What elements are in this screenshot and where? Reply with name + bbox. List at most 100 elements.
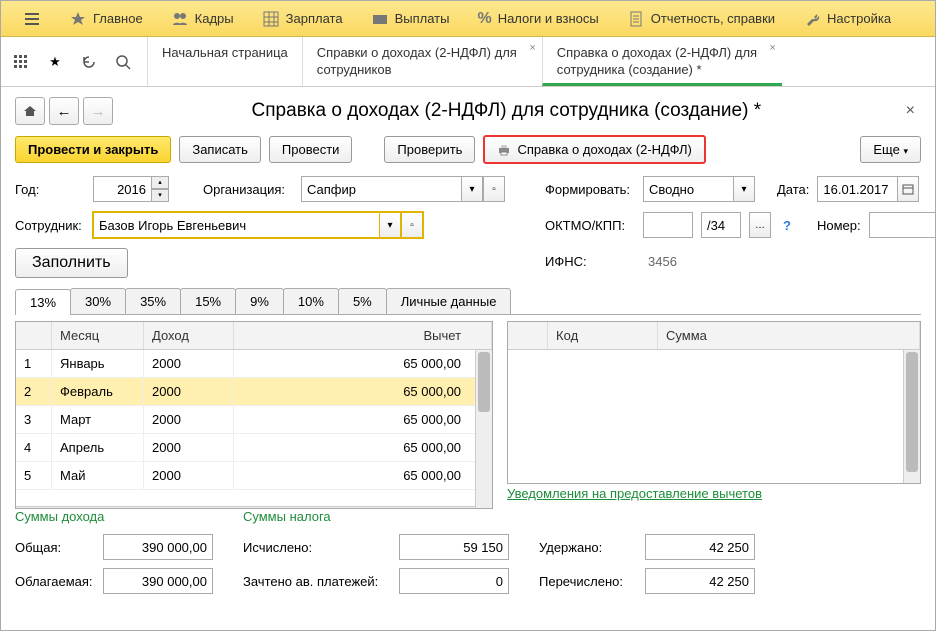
save-button[interactable]: Записать	[179, 136, 261, 163]
back-button[interactable]: ←	[49, 97, 79, 125]
table-row[interactable]: 4Апрель200065 000,00	[16, 434, 492, 462]
help-icon[interactable]: ?	[779, 218, 795, 233]
col-income[interactable]: Доход	[144, 322, 234, 349]
num-input[interactable]	[869, 212, 935, 238]
taxable-label: Облагаемая:	[15, 574, 97, 589]
forward-button[interactable]: →	[83, 97, 113, 125]
income-sums-head: Суммы дохода	[15, 509, 213, 524]
tab-home[interactable]: Начальная страница	[147, 37, 302, 86]
date-input[interactable]	[817, 176, 897, 202]
transferred-input[interactable]	[645, 568, 755, 594]
withheld-label: Удержано:	[539, 540, 639, 555]
adv-input[interactable]	[399, 568, 509, 594]
grid-icon	[262, 10, 280, 28]
page-content: ← → Справка о доходах (2-НДФЛ) для сотру…	[1, 87, 935, 630]
num-label: Номер:	[817, 218, 861, 233]
menu-salary[interactable]: Зарплата	[248, 10, 357, 28]
notifications-link[interactable]: Уведомления на предоставление вычетов	[507, 486, 762, 501]
home-icon	[23, 104, 37, 118]
fill-button[interactable]: Заполнить	[15, 248, 128, 278]
check-button[interactable]: Проверить	[384, 136, 475, 163]
col-sum[interactable]: Сумма	[658, 322, 920, 349]
org-input[interactable]	[301, 176, 461, 202]
close-icon[interactable]: ×	[529, 41, 535, 55]
oktmo-pick[interactable]: …	[749, 212, 771, 238]
cert-print-button[interactable]: Справка о доходах (2-НДФЛ)	[483, 135, 705, 164]
tab-15[interactable]: 15%	[180, 288, 236, 314]
tab-cert-create[interactable]: Справка о доходах (2-НДФЛ) для сотрудник…	[542, 37, 782, 86]
close-icon[interactable]: ×	[769, 41, 775, 55]
toolbar: ★ Начальная страница Справки о доходах (…	[1, 37, 935, 87]
post-button[interactable]: Провести	[269, 136, 353, 163]
taxable-input[interactable]	[103, 568, 213, 594]
org-open[interactable]: ▫	[483, 176, 505, 202]
scrollbar-v[interactable]	[903, 350, 920, 483]
rate-tabs: 13% 30% 35% 15% 9% 10% 5% Личные данные	[15, 288, 921, 315]
calendar-icon	[902, 183, 914, 195]
home-button[interactable]	[15, 97, 45, 125]
menu-hamburger[interactable]	[9, 10, 55, 28]
year-down[interactable]: ▾	[151, 189, 169, 202]
adv-label: Зачтено ав. платежей:	[243, 574, 393, 589]
tab-10[interactable]: 10%	[283, 288, 339, 314]
ifns-label: ИФНС:	[545, 254, 635, 269]
oktmo2-input[interactable]	[701, 212, 741, 238]
tab-13[interactable]: 13%	[15, 289, 71, 315]
emp-open[interactable]: ▫	[401, 212, 423, 238]
year-up[interactable]: ▴	[151, 176, 169, 189]
total-input[interactable]	[103, 534, 213, 560]
wallet-icon	[371, 10, 389, 28]
post-and-close-button[interactable]: Провести и закрыть	[15, 136, 171, 163]
printer-icon	[497, 143, 511, 157]
date-label: Дата:	[777, 182, 809, 197]
menu-hr[interactable]: Кадры	[157, 10, 248, 28]
doc-icon	[627, 10, 645, 28]
people-icon	[171, 10, 189, 28]
col-month[interactable]: Месяц	[52, 322, 144, 349]
wrench-icon	[803, 10, 821, 28]
page-close[interactable]: ×	[900, 100, 921, 122]
history-icon[interactable]	[75, 48, 103, 76]
date-picker[interactable]	[897, 176, 919, 202]
menu-settings[interactable]: Настройка	[789, 10, 905, 28]
table-row[interactable]: 5Май200065 000,00	[16, 462, 492, 490]
page-title: Справка о доходах (2-НДФЛ) для сотрудник…	[123, 100, 890, 122]
star-icon	[69, 10, 87, 28]
table-row[interactable]: 1Январь200065 000,00	[16, 350, 492, 378]
tab-cert-list[interactable]: Справки о доходах (2-НДФЛ) для сотрудник…	[302, 37, 542, 86]
scrollbar-v[interactable]	[475, 350, 492, 508]
oktmo-label: ОКТМО/КПП:	[545, 218, 635, 233]
oktmo1-input[interactable]	[643, 212, 693, 238]
apps-icon[interactable]	[7, 48, 35, 76]
col-code[interactable]: Код	[548, 322, 658, 349]
year-label: Год:	[15, 182, 85, 197]
tab-35[interactable]: 35%	[125, 288, 181, 314]
org-dropdown[interactable]: ▾	[461, 176, 483, 202]
menu-taxes[interactable]: %Налоги и взносы	[463, 10, 612, 28]
tab-9[interactable]: 9%	[235, 288, 284, 314]
table-row[interactable]: 3Март200065 000,00	[16, 406, 492, 434]
table-row[interactable]: 2Февраль200065 000,00	[16, 378, 492, 406]
menu-main[interactable]: Главное	[55, 10, 157, 28]
open-tabs: Начальная страница Справки о доходах (2-…	[147, 37, 782, 86]
transferred-label: Перечислено:	[539, 574, 639, 589]
fav-icon[interactable]: ★	[41, 48, 69, 76]
tab-30[interactable]: 30%	[70, 288, 126, 314]
tab-personal[interactable]: Личные данные	[386, 288, 512, 314]
deduction-table-panel: Код Сумма Уведомления на предоставление …	[507, 321, 921, 509]
calc-input[interactable]	[399, 534, 509, 560]
year-input[interactable]	[93, 176, 151, 202]
withheld-input[interactable]	[645, 534, 755, 560]
form-input[interactable]	[643, 176, 733, 202]
tab-5[interactable]: 5%	[338, 288, 387, 314]
form-dropdown[interactable]: ▾	[733, 176, 755, 202]
total-label: Общая:	[15, 540, 97, 555]
scrollbar-h[interactable]	[16, 506, 492, 509]
col-deduction[interactable]: Вычет	[234, 322, 492, 349]
menu-payments[interactable]: Выплаты	[357, 10, 464, 28]
menu-reports[interactable]: Отчетность, справки	[613, 10, 789, 28]
emp-dropdown[interactable]: ▾	[379, 212, 401, 238]
more-button[interactable]: Еще ▾	[860, 136, 921, 163]
search-icon[interactable]	[109, 48, 137, 76]
employee-input[interactable]	[93, 212, 379, 238]
